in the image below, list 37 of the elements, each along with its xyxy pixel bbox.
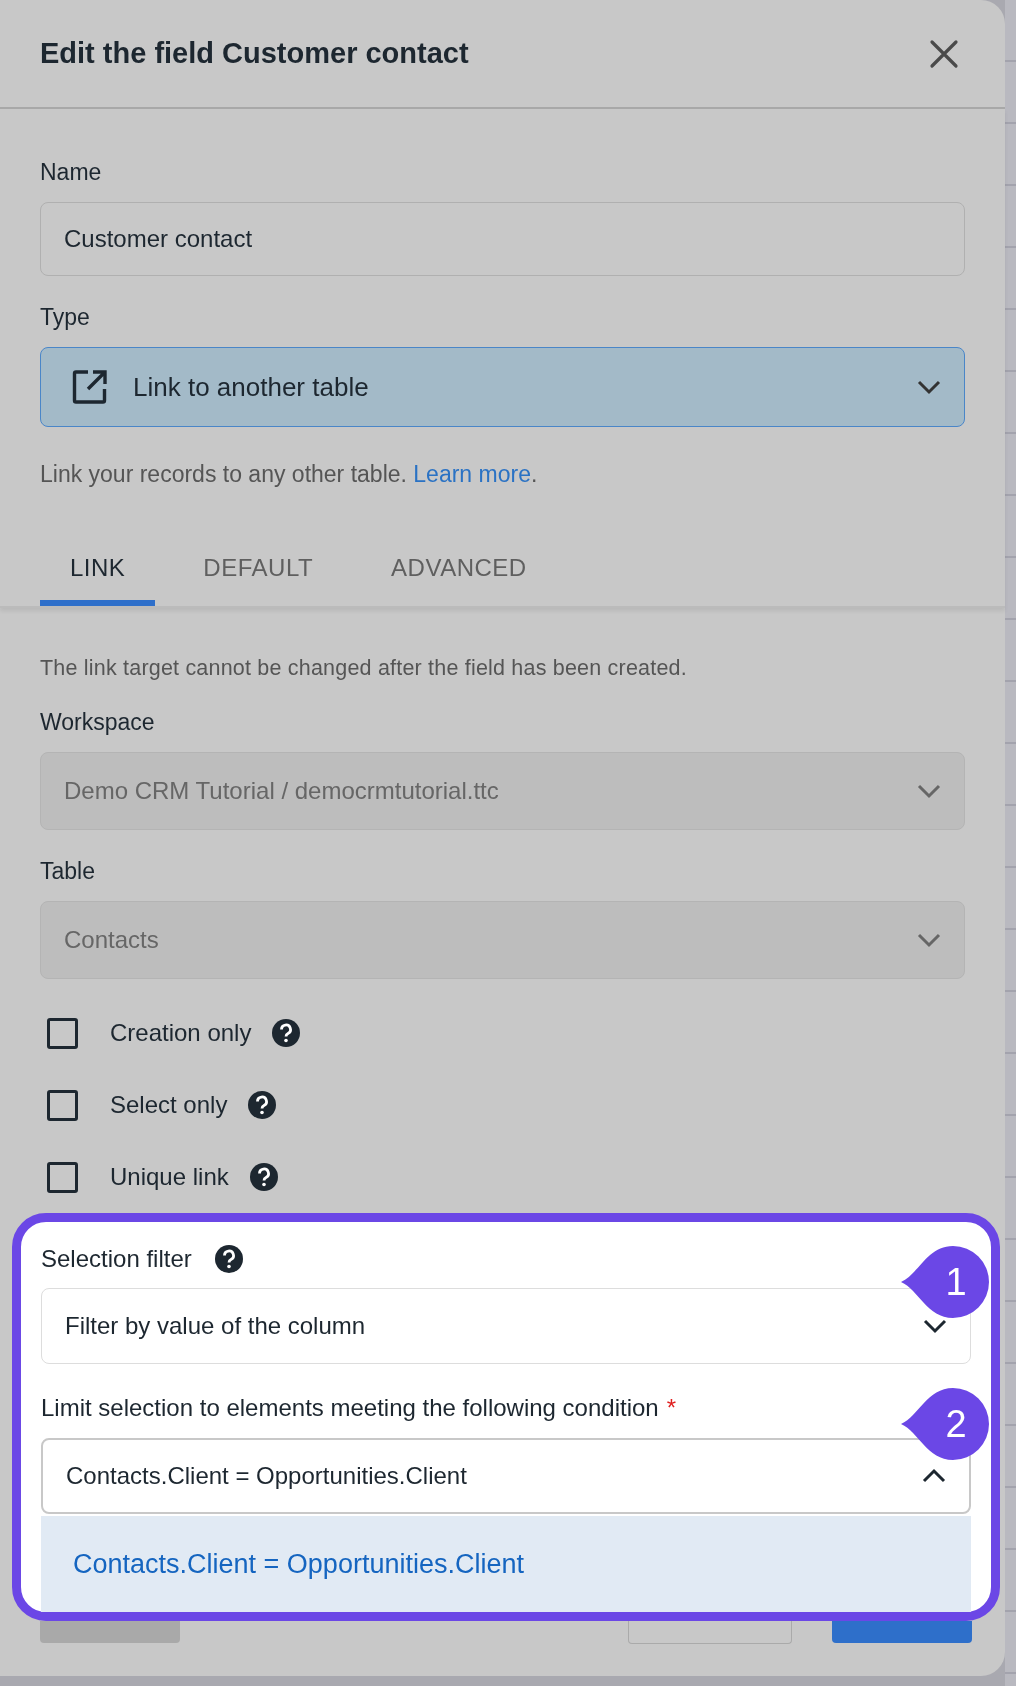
condition-select[interactable]: Contacts.Client = Opportunities.Client — [41, 1437, 971, 1514]
field-label: Table — [40, 858, 96, 885]
chevron-up-icon — [921, 1468, 947, 1484]
close-button[interactable] — [929, 38, 959, 69]
checkbox[interactable] — [47, 1017, 78, 1049]
dropdown-option[interactable]: Contacts.Client = Opportunities.Client — [41, 1516, 971, 1612]
chevron-down-icon — [916, 932, 942, 948]
tab[interactable]: LINK — [40, 554, 156, 606]
external-link-icon — [71, 368, 109, 406]
checkbox-label: Select only — [110, 1091, 228, 1119]
checkbox-label: Unique link — [110, 1163, 229, 1191]
learn-more-link[interactable]: Learn more — [413, 461, 531, 487]
step-badge: 2 — [901, 1386, 991, 1462]
field-label: Type — [40, 304, 91, 331]
field-label: Limit selection to elements meeting the following condition * — [41, 1393, 677, 1422]
chevron-down-icon — [916, 379, 942, 395]
checkbox[interactable] — [47, 1089, 78, 1121]
help-icon[interactable] — [271, 1018, 302, 1048]
dialog-title: Edit the field Customer contact — [40, 37, 469, 70]
info-text: The link target cannot be changed after the field has been created. — [40, 656, 688, 681]
field-label: Name — [40, 159, 103, 186]
name-input[interactable]: Customer contact — [40, 202, 965, 276]
field-label: Selection filter — [41, 1245, 192, 1273]
help-icon[interactable] — [248, 1162, 279, 1192]
help-text: Link your records to any other table. Learn more. — [40, 461, 539, 488]
help-icon[interactable] — [247, 1090, 278, 1120]
step-badge: 1 — [901, 1244, 991, 1320]
checkbox[interactable] — [47, 1161, 78, 1193]
field-label: Workspace — [40, 709, 156, 736]
tab[interactable]: DEFAULT — [173, 554, 344, 606]
close-icon — [929, 38, 959, 69]
tab[interactable]: ADVANCED — [361, 554, 557, 606]
chevron-down-icon — [916, 783, 942, 799]
checkbox-label: Creation only — [110, 1019, 252, 1047]
chevron-down-icon — [922, 1318, 948, 1334]
type-select[interactable]: Link to another table — [40, 347, 965, 427]
help-icon[interactable] — [213, 1244, 244, 1274]
